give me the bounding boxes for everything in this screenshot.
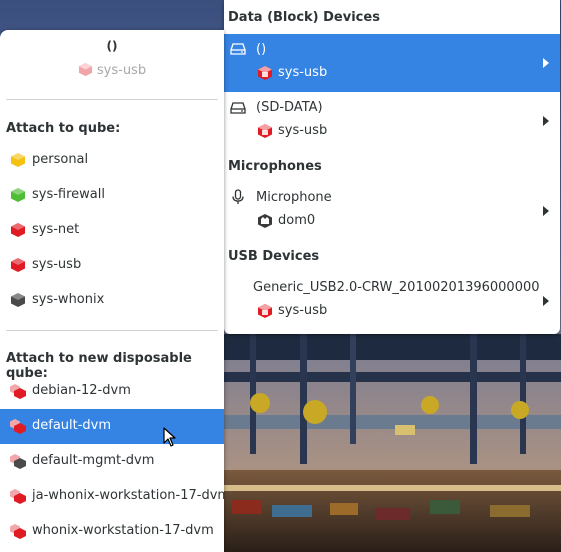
device-row-data-2[interactable]: (SD-DATA) sys-usb <box>224 92 560 150</box>
disposable-item-default-mgmt-dvm[interactable]: default-mgmt-dvm <box>0 444 224 479</box>
mouse-pointer-icon <box>163 427 176 447</box>
qube-item-sys-firewall[interactable]: sys-firewall <box>0 178 224 213</box>
submenu-header: () sys-usb <box>0 30 224 90</box>
disposable-qube-icon <box>10 384 26 399</box>
qube-name: sys-net <box>32 222 80 237</box>
qube-item-sys-whonix[interactable]: sys-whonix <box>0 283 224 318</box>
qube-cube-icon <box>11 153 25 167</box>
qube-name: personal <box>32 152 89 167</box>
disposable-item-ja-whonix-workstation-17-dvm[interactable]: ja-whonix-workstation-17-dvm <box>0 479 224 514</box>
selected-device-owner: sys-usb <box>0 62 224 78</box>
device-name: Microphone <box>256 190 332 205</box>
disposable-qube-icon <box>10 524 26 539</box>
attach-submenu: () sys-usb Attach to qube: personal sys-f… <box>0 30 224 552</box>
device-owner-vm: sys-usb <box>278 65 328 80</box>
device-owner-vm: sys-usb <box>278 123 328 138</box>
qube-name: ja-whonix-workstation-17-dvm <box>32 488 224 503</box>
disposable-item-debian-12-dvm[interactable]: debian-12-dvm <box>0 374 224 409</box>
chevron-right-icon <box>543 206 549 216</box>
qube-name: sys-whonix <box>32 292 105 307</box>
device-row-microphone[interactable]: Microphone dom0 <box>224 182 560 240</box>
disposable-item-default-dvm[interactable]: default-dvm <box>0 409 224 444</box>
qube-cube-icon <box>11 293 25 307</box>
qube-cube-icon <box>78 62 92 77</box>
device-owner-vm: sys-usb <box>278 303 328 318</box>
qube-cube-icon <box>258 124 272 138</box>
qube-name: default-dvm <box>32 418 112 433</box>
device-name: Generic_USB2.0-CRW_20100201396000000 <box>253 280 540 295</box>
qube-cube-icon <box>11 258 25 272</box>
microphone-icon <box>232 189 244 204</box>
device-name: (SD-DATA) <box>256 100 323 115</box>
qube-name: whonix-workstation-17-dvm <box>32 523 214 538</box>
dom0-icon <box>258 214 272 228</box>
disposable-qube-icon <box>10 489 26 504</box>
data-devices-header: Data (Block) Devices <box>228 10 380 25</box>
qube-name: sys-usb <box>32 257 82 272</box>
qube-item-sys-net[interactable]: sys-net <box>0 213 224 248</box>
chevron-right-icon <box>543 58 549 68</box>
device-name: () <box>256 42 267 57</box>
separator <box>6 330 218 331</box>
qube-name: sys-firewall <box>32 187 105 202</box>
disposable-qube-icon <box>10 419 26 434</box>
device-row-data-1[interactable]: () sys-usb <box>224 34 560 92</box>
drive-icon <box>230 102 246 114</box>
qube-cube-icon <box>11 223 25 237</box>
qube-cube-icon <box>11 188 25 202</box>
qube-cube-icon <box>258 66 272 80</box>
qube-name: default-mgmt-dvm <box>32 453 155 468</box>
qube-name: debian-12-dvm <box>32 383 131 398</box>
chevron-right-icon <box>543 116 549 126</box>
attach-to-qube-header: Attach to qube: <box>6 121 121 136</box>
separator <box>6 99 218 100</box>
chevron-right-icon <box>543 296 549 306</box>
qube-item-personal[interactable]: personal <box>0 143 224 178</box>
device-row-usb[interactable]: Generic_USB2.0-CRW_20100201396000000 sys… <box>224 272 560 330</box>
disposable-qube-icon <box>10 454 26 469</box>
qube-item-sys-usb[interactable]: sys-usb <box>0 248 224 283</box>
drive-icon <box>230 43 246 55</box>
disposable-item-whonix-workstation-17-dvm[interactable]: whonix-workstation-17-dvm <box>0 514 224 549</box>
selected-device-name: () <box>106 39 118 53</box>
microphones-header: Microphones <box>228 159 322 174</box>
selected-device-owner-label: sys-usb <box>96 63 147 78</box>
device-owner-vm: dom0 <box>278 213 316 228</box>
qube-cube-icon <box>258 304 272 318</box>
devices-menu: Data (Block) Devices () sys-usb (SD-DATA… <box>224 0 560 334</box>
usb-devices-header: USB Devices <box>228 249 320 264</box>
